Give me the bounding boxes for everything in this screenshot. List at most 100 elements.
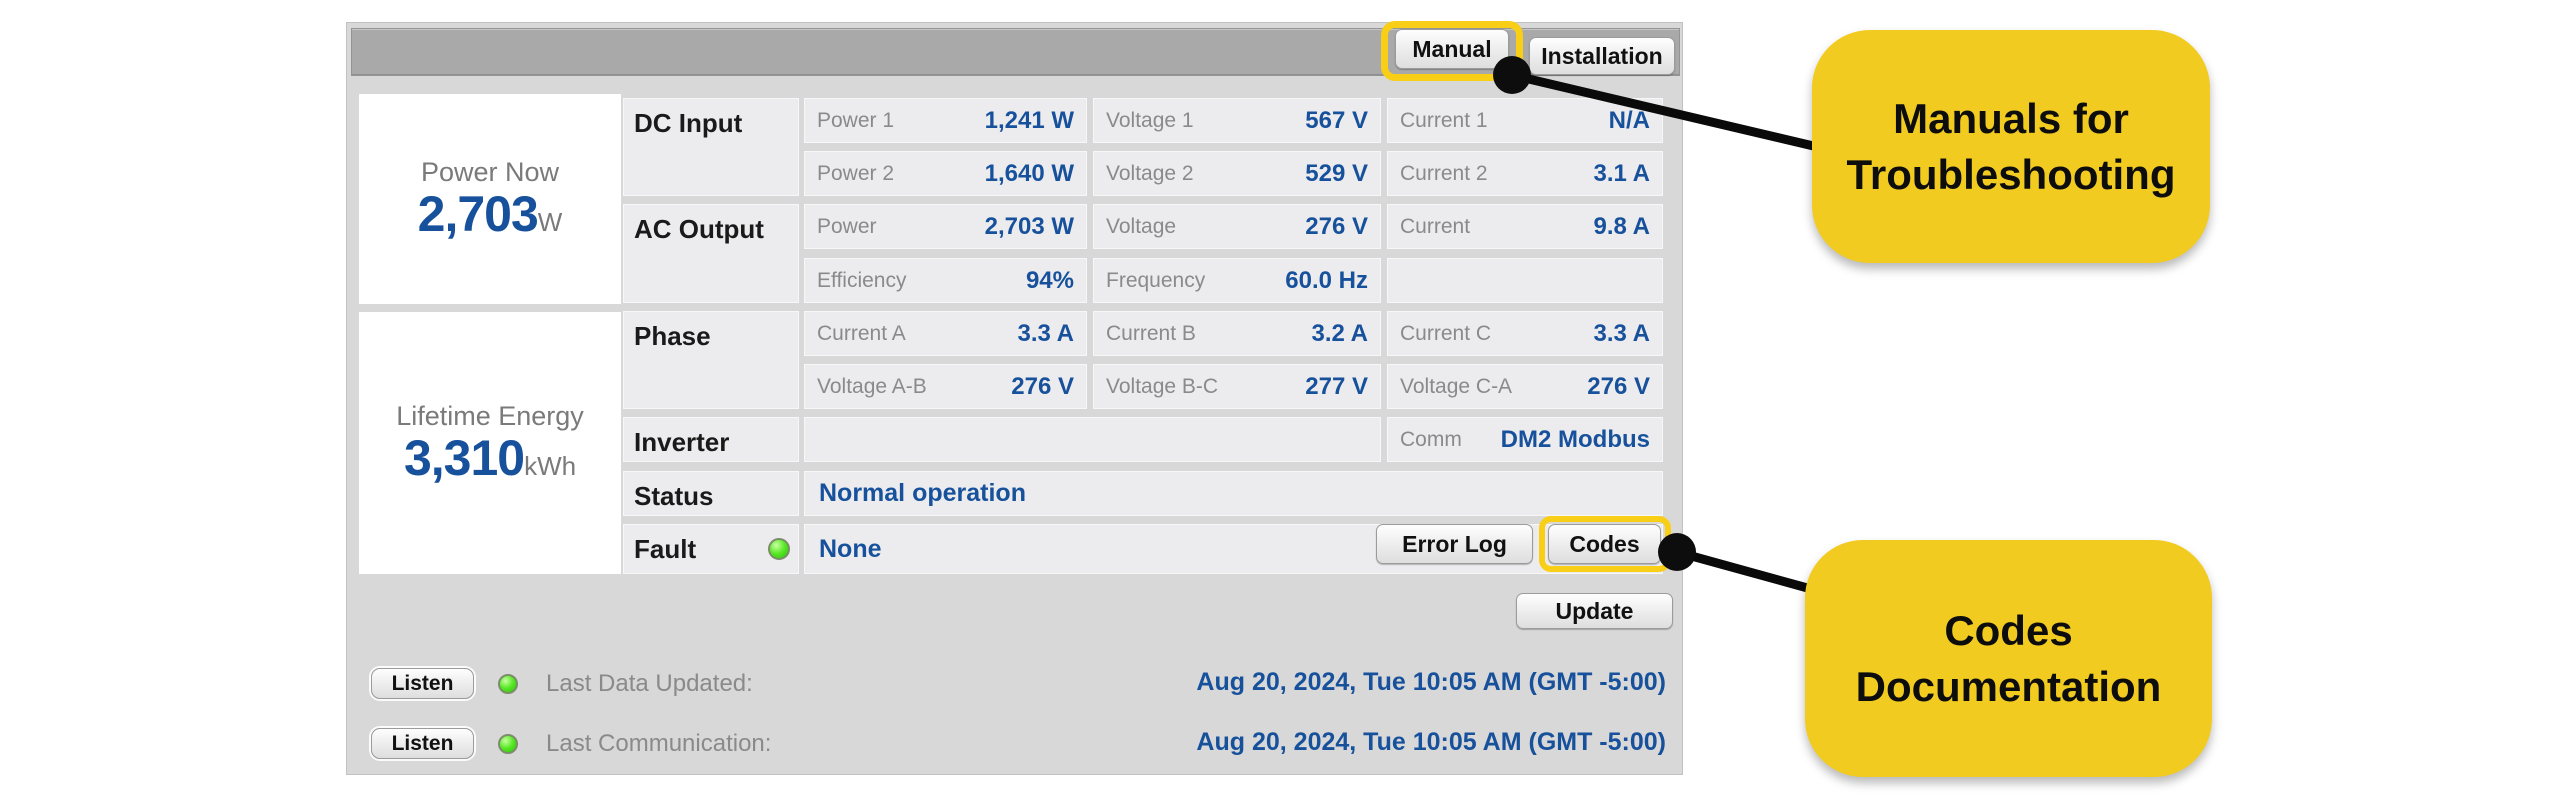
phase-voltage-ca-cell: Voltage C-A 276 V bbox=[1387, 364, 1663, 409]
callout-text-line: Codes bbox=[1944, 606, 2073, 654]
cell-label: Current bbox=[1400, 214, 1471, 238]
phase-current-a-cell: Current A 3.3 A bbox=[804, 311, 1087, 356]
status-value: Normal operation bbox=[819, 479, 1026, 507]
cell-label: Current 1 bbox=[1400, 108, 1488, 132]
error-log-button[interactable]: Error Log bbox=[1376, 524, 1533, 564]
manuals-callout-bubble: Manuals for Troubleshooting bbox=[1812, 30, 2210, 263]
dc-voltage2-cell: Voltage 2 529 V bbox=[1093, 151, 1381, 196]
ac-efficiency-cell: Efficiency 94% bbox=[804, 258, 1087, 303]
dc-input-row-2: Power 2 1,640 W Voltage 2 529 V Current 2 3… bbox=[804, 151, 1663, 196]
section-label-ac-output: AC Output bbox=[623, 204, 799, 303]
cell-label: Current A bbox=[817, 321, 906, 345]
codes-callout-bubble: Codes Documentation bbox=[1805, 540, 2212, 777]
cell-label: Frequency bbox=[1106, 268, 1206, 292]
status-cell: Normal operation bbox=[804, 471, 1663, 516]
callout-text-line: Manuals for bbox=[1893, 94, 2129, 142]
cell-label: Power 2 bbox=[817, 161, 895, 185]
annotated-screenshot: Manual Installation Power Now 2,703W Lif… bbox=[0, 0, 2552, 808]
power-now-unit: W bbox=[537, 207, 563, 238]
last-communication-label: Last Communication: bbox=[546, 730, 772, 757]
ac-voltage-cell: Voltage 276 V bbox=[1093, 204, 1381, 249]
ac-power-cell: Power 2,703 W bbox=[804, 204, 1087, 249]
lifetime-energy-card: Lifetime Energy 3,310kWh bbox=[359, 312, 621, 574]
ac-output-row-1: Power 2,703 W Voltage 276 V Current 9.8 A bbox=[804, 204, 1663, 249]
cell-label: Voltage bbox=[1106, 214, 1177, 238]
dc-input-row-1: Power 1 1,241 W Voltage 1 567 V Current 1 N… bbox=[804, 98, 1663, 143]
cell-value: 529 V bbox=[1305, 159, 1368, 187]
data-updated-led bbox=[498, 674, 518, 694]
section-label-inverter: Inverter bbox=[623, 417, 799, 462]
cell-value: 276 V bbox=[1011, 372, 1074, 400]
cell-label: Current B bbox=[1106, 321, 1196, 345]
cell-label: Power 1 bbox=[817, 108, 895, 132]
dc-current2-cell: Current 2 3.1 A bbox=[1387, 151, 1663, 196]
codes-highlight-ring bbox=[1539, 516, 1671, 572]
section-label-phase: Phase bbox=[623, 311, 799, 409]
cell-value: 277 V bbox=[1305, 372, 1368, 400]
callout-text-line: Documentation bbox=[1855, 662, 2162, 710]
cell-value: 2,703 W bbox=[984, 212, 1074, 240]
cell-value: 60.0 Hz bbox=[1285, 266, 1368, 294]
cell-label: Comm bbox=[1400, 427, 1462, 451]
fault-value: None bbox=[819, 534, 882, 563]
cell-value: 3.2 A bbox=[1311, 319, 1368, 347]
inverter-panel: Manual Installation Power Now 2,703W Lif… bbox=[346, 21, 1683, 775]
cell-value: 94% bbox=[1025, 266, 1074, 294]
cell-value: 3.3 A bbox=[1593, 319, 1650, 347]
phase-current-b-cell: Current B 3.2 A bbox=[1093, 311, 1381, 356]
cell-label: Current C bbox=[1400, 321, 1492, 345]
cell-value: 3.3 A bbox=[1017, 319, 1074, 347]
cell-value: DM2 Modbus bbox=[1500, 425, 1650, 453]
last-communication-led bbox=[498, 734, 518, 754]
section-label-dc-input: DC Input bbox=[623, 98, 799, 196]
last-data-updated-label: Last Data Updated: bbox=[546, 670, 753, 697]
phase-row-1: Current A 3.3 A Current B 3.2 A Current C 3… bbox=[804, 311, 1663, 356]
cell-value: 1,640 W bbox=[984, 159, 1074, 187]
fault-status-led bbox=[768, 538, 790, 560]
dc-current1-cell: Current 1 N/A bbox=[1387, 98, 1663, 143]
lifetime-energy-number: 3,310 bbox=[403, 430, 525, 487]
callout-text-line: Troubleshooting bbox=[1846, 150, 2176, 198]
cell-label: Efficiency bbox=[817, 268, 907, 292]
ac-current-cell: Current 9.8 A bbox=[1387, 204, 1663, 249]
inverter-empty-cell bbox=[804, 417, 1381, 462]
codes-connector-line bbox=[1672, 547, 1827, 597]
ac-frequency-cell: Frequency 60.0 Hz bbox=[1093, 258, 1381, 303]
lifetime-energy-unit: kWh bbox=[524, 451, 577, 482]
ac-output-row-2: Efficiency 94% Frequency 60.0 Hz bbox=[804, 258, 1663, 303]
inverter-comm-cell: Comm DM2 Modbus bbox=[1387, 417, 1663, 462]
power-now-card: Power Now 2,703W bbox=[359, 94, 621, 304]
installation-button[interactable]: Installation bbox=[1529, 37, 1675, 75]
last-communication-value: Aug 20, 2024, Tue 10:05 AM (GMT -5:00) bbox=[1196, 728, 1666, 756]
cell-value: 3.1 A bbox=[1593, 159, 1650, 187]
phase-row-2: Voltage A-B 276 V Voltage B-C 277 V Voltag… bbox=[804, 364, 1663, 409]
cell-label: Power bbox=[817, 214, 877, 238]
listen-button-comm[interactable]: Listen bbox=[371, 728, 474, 759]
cell-value: 1,241 W bbox=[984, 106, 1074, 134]
cell-label: Voltage B-C bbox=[1106, 374, 1219, 398]
cell-value: 9.8 A bbox=[1593, 212, 1650, 240]
lifetime-energy-value: 3,310kWh bbox=[404, 432, 576, 485]
fault-cell: None bbox=[804, 524, 1663, 574]
power-now-label: Power Now bbox=[420, 157, 560, 188]
phase-voltage-bc-cell: Voltage B-C 277 V bbox=[1093, 364, 1381, 409]
listen-button-data[interactable]: Listen bbox=[371, 668, 474, 699]
cell-label: Voltage A-B bbox=[817, 374, 927, 398]
cell-label: Current 2 bbox=[1400, 161, 1488, 185]
cell-value: N/A bbox=[1608, 106, 1650, 134]
cell-value: 276 V bbox=[1305, 212, 1368, 240]
cell-value: 276 V bbox=[1587, 372, 1650, 400]
phase-current-c-cell: Current C 3.3 A bbox=[1387, 311, 1663, 356]
section-label-status: Status bbox=[623, 471, 799, 516]
cell-label: Voltage C-A bbox=[1400, 374, 1513, 398]
dc-voltage1-cell: Voltage 1 567 V bbox=[1093, 98, 1381, 143]
empty-cell bbox=[1387, 258, 1663, 303]
manual-highlight-ring bbox=[1381, 21, 1523, 81]
power-now-value: 2,703W bbox=[418, 188, 563, 241]
cell-label: Voltage 1 bbox=[1106, 108, 1194, 132]
cell-value: 567 V bbox=[1305, 106, 1368, 134]
update-button[interactable]: Update bbox=[1516, 593, 1673, 629]
dc-power1-cell: Power 1 1,241 W bbox=[804, 98, 1087, 143]
last-data-updated-value: Aug 20, 2024, Tue 10:05 AM (GMT -5:00) bbox=[1196, 668, 1666, 696]
dc-power2-cell: Power 2 1,640 W bbox=[804, 151, 1087, 196]
